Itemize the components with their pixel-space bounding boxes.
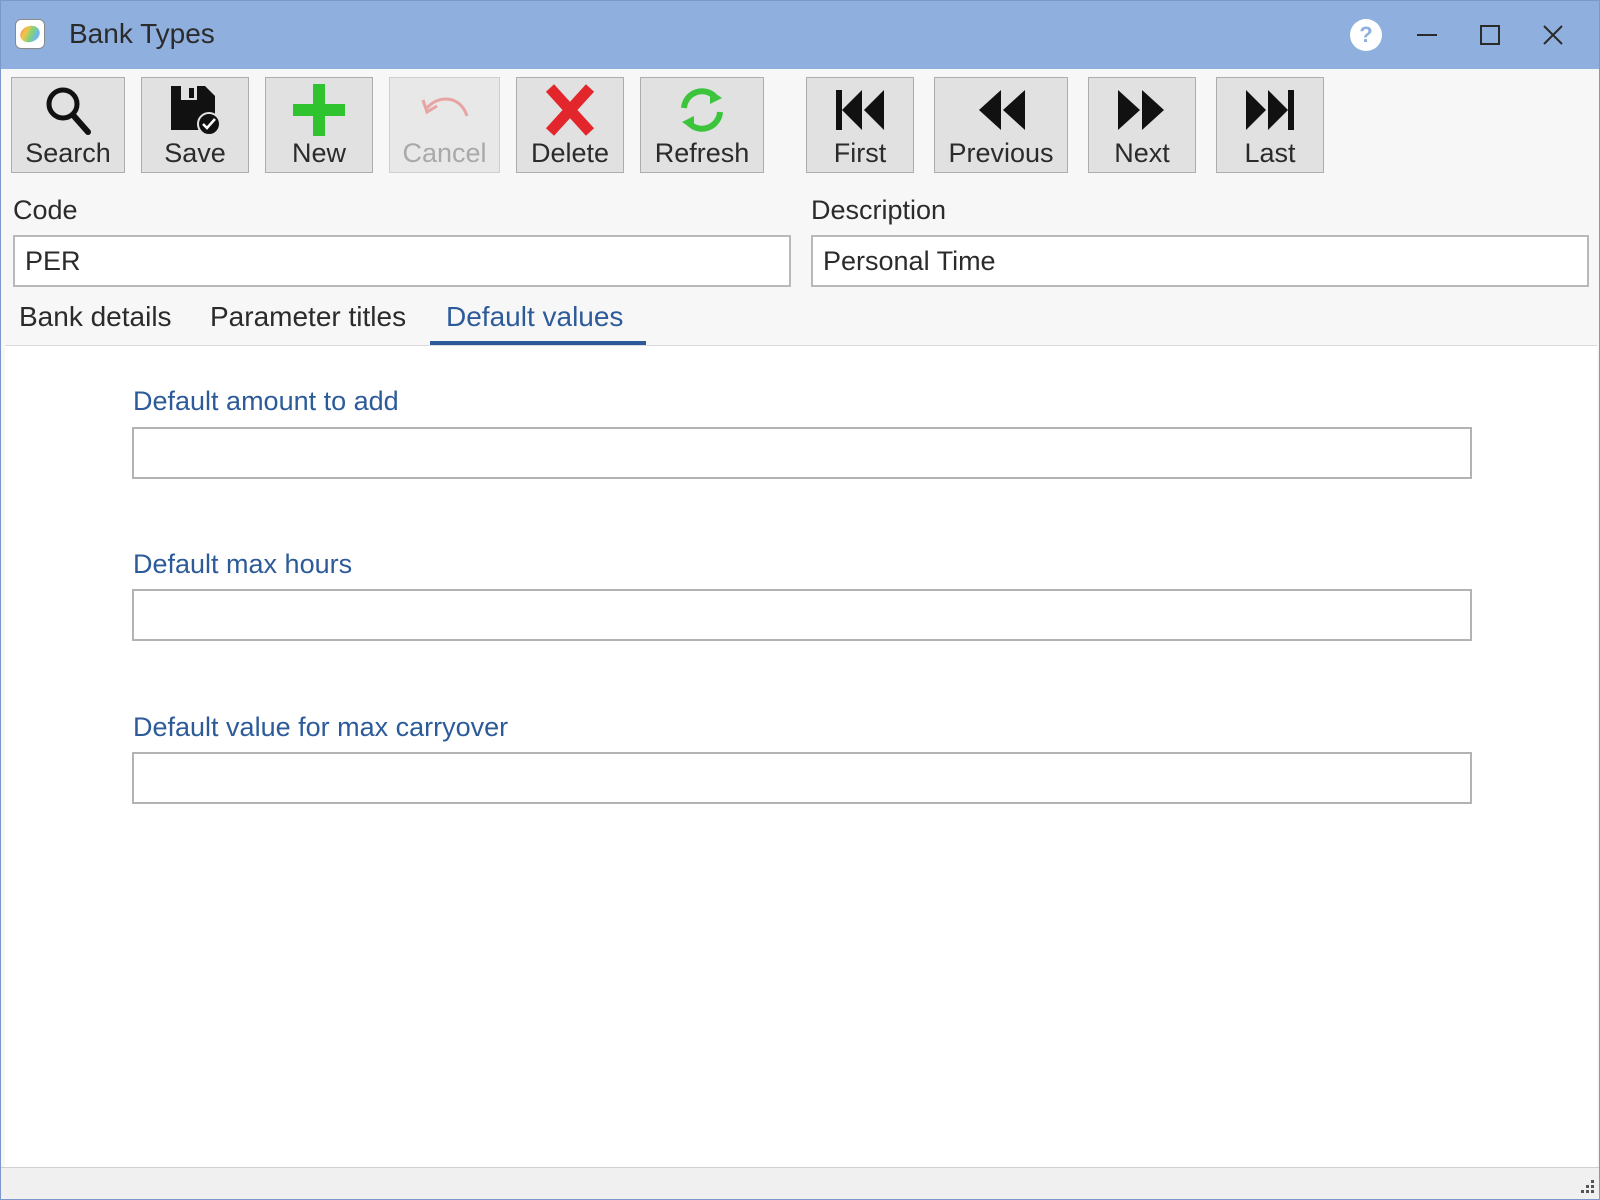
delete-x-icon — [545, 84, 595, 136]
close-button[interactable] — [1533, 15, 1573, 55]
cancel-label: Cancel — [402, 138, 487, 168]
delete-button[interactable]: Delete — [516, 77, 624, 173]
new-button[interactable]: New — [265, 77, 373, 173]
save-label: Save — [164, 138, 226, 168]
default-values-panel: Default amount to add Default max hours … — [5, 345, 1597, 1168]
next-button[interactable]: Next — [1088, 77, 1196, 173]
tab-default-values[interactable]: Default values — [446, 301, 623, 333]
help-button[interactable]: ? — [1346, 15, 1386, 55]
status-bar — [1, 1167, 1599, 1199]
undo-icon — [421, 97, 468, 117]
previous-button[interactable]: Previous — [934, 77, 1068, 173]
refresh-icon — [681, 88, 723, 132]
first-label: First — [833, 138, 887, 168]
search-label: Search — [25, 138, 111, 168]
default-amount-to-add-input[interactable] — [132, 427, 1472, 479]
save-icon — [171, 86, 221, 136]
refresh-label: Refresh — [654, 138, 750, 168]
search-icon — [46, 87, 91, 135]
first-button[interactable]: First — [806, 77, 914, 173]
default-max-hours-input[interactable] — [132, 589, 1472, 641]
refresh-button[interactable]: Refresh — [640, 77, 764, 173]
close-icon — [1543, 25, 1563, 45]
cancel-button[interactable]: Cancel — [389, 77, 500, 173]
default-max-carryover-label: Default value for max carryover — [133, 712, 509, 742]
first-icon — [836, 90, 884, 130]
plus-icon — [293, 84, 345, 136]
description-input[interactable] — [811, 235, 1589, 287]
default-amount-to-add-label: Default amount to add — [133, 386, 399, 416]
last-icon — [1246, 90, 1294, 130]
code-label: Code — [13, 195, 78, 225]
default-max-carryover-input[interactable] — [132, 752, 1472, 804]
maximize-icon — [1480, 25, 1500, 45]
tab-parameter-titles[interactable]: Parameter titles — [210, 301, 406, 333]
description-label: Description — [811, 195, 947, 225]
default-max-hours-label: Default max hours — [133, 549, 353, 579]
next-icon — [1118, 90, 1164, 130]
last-button[interactable]: Last — [1216, 77, 1324, 173]
help-icon: ? — [1350, 19, 1382, 51]
search-button[interactable]: Search — [11, 77, 125, 173]
previous-label: Previous — [948, 138, 1054, 168]
code-input[interactable] — [13, 235, 791, 287]
new-label: New — [291, 138, 346, 168]
next-label: Next — [1114, 138, 1170, 168]
delete-label: Delete — [530, 138, 610, 168]
bank-types-window: Bank Types ? Search Save New Cancel Dele… — [0, 0, 1600, 1200]
app-icon — [15, 19, 45, 49]
title-bar[interactable]: Bank Types ? — [1, 1, 1599, 69]
window-title: Bank Types — [69, 18, 215, 49]
last-label: Last — [1244, 138, 1296, 168]
minimize-icon — [1417, 34, 1437, 36]
minimize-button[interactable] — [1407, 15, 1447, 55]
save-button[interactable]: Save — [141, 77, 249, 173]
maximize-button[interactable] — [1470, 15, 1510, 55]
tab-bank-details[interactable]: Bank details — [19, 301, 172, 333]
resize-grip-icon[interactable] — [1577, 1178, 1595, 1196]
previous-icon — [979, 90, 1025, 130]
